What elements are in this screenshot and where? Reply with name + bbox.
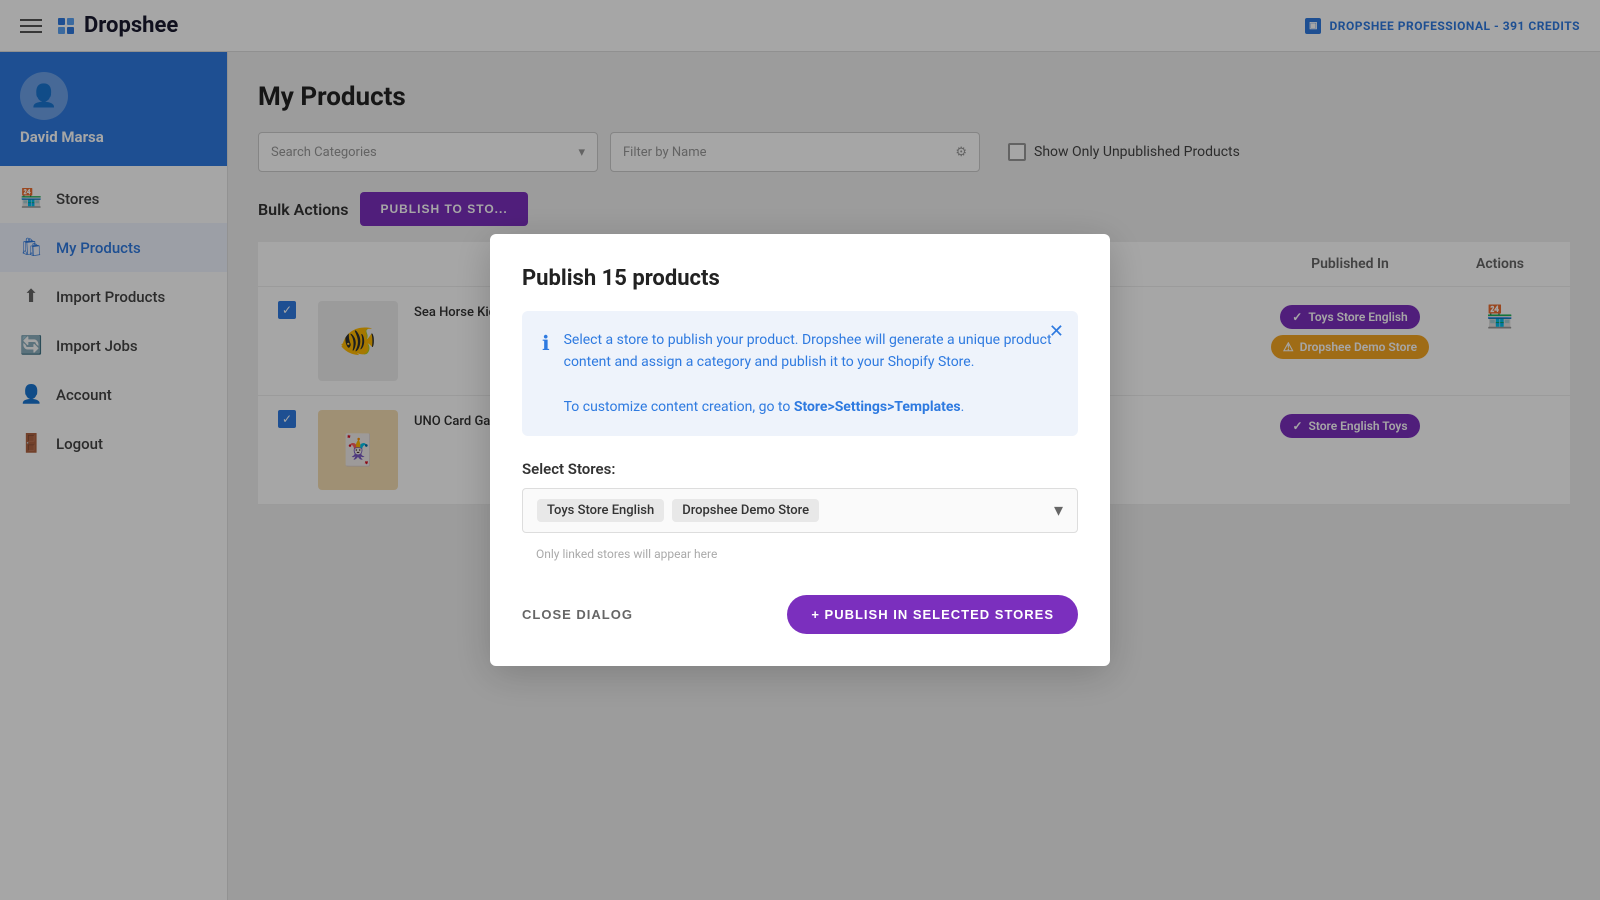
- store-dropdown-arrow-icon: ▾: [1054, 500, 1063, 521]
- dialog-title: Publish 15 products: [522, 266, 1078, 291]
- store-tags: Toys Store English Dropshee Demo Store: [537, 499, 819, 522]
- modal-overlay: Publish 15 products ℹ Select a store to …: [0, 0, 1600, 900]
- select-stores-label: Select Stores:: [522, 460, 1078, 478]
- info-box: ℹ Select a store to publish your product…: [522, 311, 1078, 437]
- info-text: Select a store to publish your product. …: [564, 329, 1058, 419]
- store-select-box[interactable]: Toys Store English Dropshee Demo Store ▾: [522, 488, 1078, 533]
- close-dialog-button[interactable]: CLOSE DIALOG: [522, 607, 633, 622]
- info-link[interactable]: Store>Settings>Templates: [794, 399, 961, 415]
- store-tag-demo: Dropshee Demo Store: [672, 499, 819, 522]
- publish-dialog: Publish 15 products ℹ Select a store to …: [490, 234, 1110, 667]
- info-line2: To customize content creation, go to: [564, 399, 791, 415]
- info-line1: Select a store to publish your product. …: [564, 332, 1052, 370]
- store-tag-toys: Toys Store English: [537, 499, 664, 522]
- publish-selected-button[interactable]: + PUBLISH IN SELECTED STORES: [787, 595, 1078, 634]
- dialog-footer: CLOSE DIALOG + PUBLISH IN SELECTED STORE…: [522, 595, 1078, 634]
- info-close-button[interactable]: ✕: [1049, 323, 1064, 341]
- store-hint-text: Only linked stores will appear here: [522, 541, 1078, 567]
- info-link-suffix: .: [961, 399, 965, 415]
- info-icon: ℹ: [542, 331, 550, 355]
